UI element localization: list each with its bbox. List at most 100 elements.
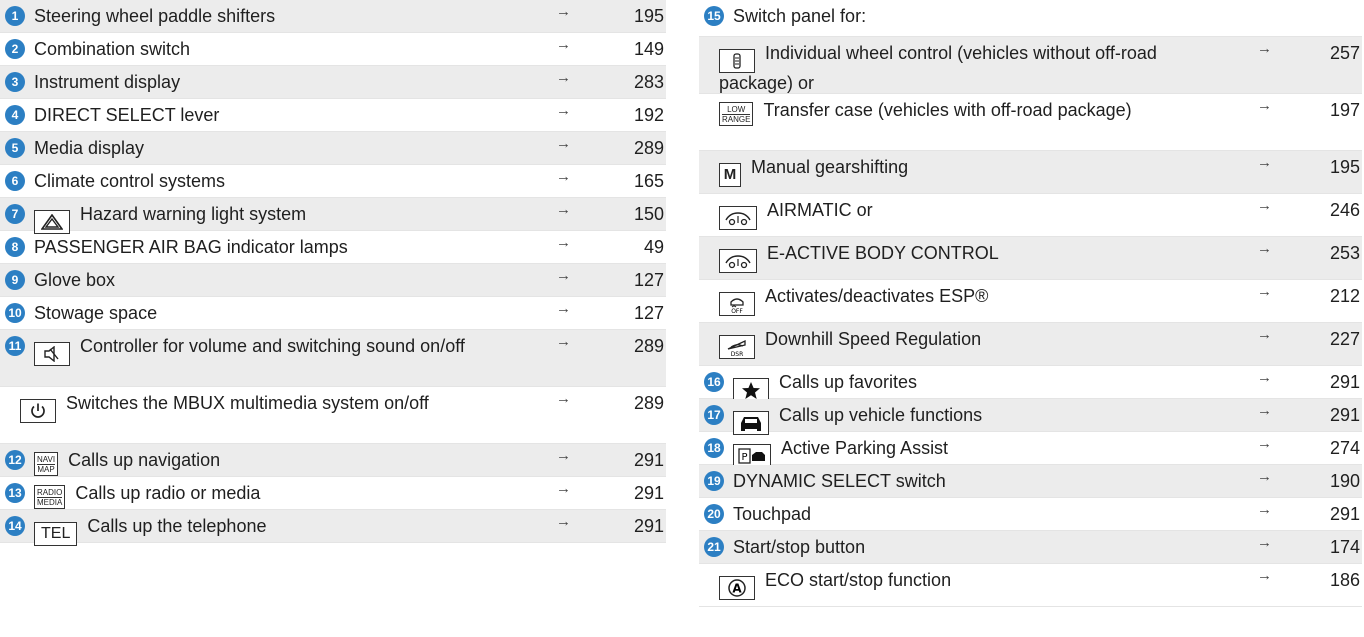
- item-label-text: DYNAMIC SELECT switch: [733, 471, 946, 491]
- item-label: M Manual gearshifting: [719, 157, 908, 187]
- page-reference-link[interactable]: 291: [1310, 405, 1360, 426]
- page-reference-link[interactable]: 291: [614, 483, 664, 504]
- item-label-text: Manual gearshifting: [751, 157, 909, 177]
- item-number-marker: 13: [5, 483, 25, 503]
- page-reference-link[interactable]: 246: [1310, 200, 1360, 221]
- page-reference-link[interactable]: 257: [1310, 43, 1360, 64]
- arrow-right-icon: →: [556, 447, 571, 464]
- item-label: DYNAMIC SELECT switch: [733, 471, 946, 492]
- page-reference-link[interactable]: 291: [1310, 504, 1360, 525]
- page-reference-link[interactable]: 197: [1310, 100, 1360, 121]
- item-number-marker: 1: [5, 6, 25, 26]
- low-range-icon: LOW RANGE: [719, 102, 754, 126]
- page-reference-link[interactable]: 127: [614, 270, 664, 291]
- arrow-right-icon: →: [1257, 40, 1272, 57]
- navi-map-icon: NAVI MAP: [34, 452, 59, 476]
- page-reference-link[interactable]: 291: [1310, 372, 1360, 393]
- page-reference-link[interactable]: 149: [614, 39, 664, 60]
- arrow-right-icon: →: [556, 135, 571, 152]
- page-reference-link[interactable]: 212: [1310, 286, 1360, 307]
- item-label-text: DIRECT SELECT lever: [34, 105, 220, 125]
- page-reference-link[interactable]: 289: [614, 138, 664, 159]
- list-item: AIRMATIC or → 246: [699, 194, 1362, 237]
- arrow-right-icon: →: [1257, 326, 1272, 343]
- item-label-text: Switches the MBUX multimedia system on/o…: [66, 393, 429, 413]
- item-label: Touchpad: [733, 504, 811, 525]
- item-label: E-ACTIVE BODY CONTROL: [719, 243, 999, 273]
- item-label-text: E-ACTIVE BODY CONTROL: [767, 243, 999, 263]
- page-reference-link[interactable]: 274: [1310, 438, 1360, 459]
- arrow-right-icon: →: [1257, 501, 1272, 518]
- item-label: OFF Activates/deactivates ESP®: [719, 286, 988, 316]
- icon-text: TEL: [41, 525, 71, 542]
- item-label: DSR Downhill Speed Regulation: [719, 329, 981, 359]
- arrow-right-icon: →: [556, 36, 571, 53]
- page-reference-link[interactable]: 165: [614, 171, 664, 192]
- item-label-text: Touchpad: [733, 504, 812, 524]
- item-label-text: Glove box: [34, 270, 116, 290]
- page-reference-link[interactable]: 289: [614, 336, 664, 357]
- list-item: 8 PASSENGER AIR BAG indicator lamps → 49: [0, 231, 666, 264]
- item-label: Switch panel for:: [733, 6, 866, 27]
- item-number-marker: 7: [5, 204, 25, 224]
- icon-text: M: [723, 166, 737, 183]
- page-reference-link[interactable]: 192: [614, 105, 664, 126]
- arrow-right-icon: →: [1257, 197, 1272, 214]
- arrow-right-icon: →: [1257, 240, 1272, 257]
- item-label-text: Calls up favorites: [779, 372, 918, 392]
- svg-text:A: A: [732, 582, 742, 596]
- page-reference-link[interactable]: 289: [614, 393, 664, 414]
- page-reference-link[interactable]: 186: [1310, 570, 1360, 591]
- item-number-marker: 8: [5, 237, 25, 257]
- item-label-text: Calls up navigation: [68, 450, 221, 470]
- page-reference-link[interactable]: 190: [1310, 471, 1360, 492]
- item-number-marker: 11: [5, 336, 25, 356]
- list-item: 18 P Active Parking Assist → 274: [699, 432, 1362, 468]
- page-reference-link[interactable]: 195: [614, 6, 664, 27]
- item-number-marker: 4: [5, 105, 25, 125]
- item-label-text: Hazard warning light system: [80, 204, 307, 224]
- list-item: 6 Climate control systems → 165: [0, 165, 666, 198]
- item-label: A ECO start/stop function: [719, 570, 951, 600]
- list-item: 12 NAVI MAP Calls up navigation → 291: [0, 444, 666, 477]
- arrow-right-icon: →: [556, 102, 571, 119]
- item-label: Steering wheel paddle shifters: [34, 6, 275, 27]
- page-reference-link[interactable]: 49: [614, 237, 664, 258]
- item-label: Calls up favorites: [733, 372, 917, 402]
- item-number-marker: 20: [704, 504, 724, 524]
- arrow-right-icon: →: [556, 267, 571, 284]
- page-reference-link[interactable]: 174: [1310, 537, 1360, 558]
- page-reference-link[interactable]: 283: [614, 72, 664, 93]
- svg-text:P: P: [741, 452, 747, 463]
- page-reference-link[interactable]: 291: [614, 516, 664, 537]
- item-label: TEL Calls up the telephone: [34, 516, 266, 546]
- page-reference-link[interactable]: 227: [1310, 329, 1360, 350]
- item-label-text: Calls up the telephone: [87, 516, 267, 536]
- item-label-text: Calls up radio or media: [75, 483, 261, 503]
- eco-a-icon: A: [719, 576, 755, 600]
- page-reference-link[interactable]: 150: [614, 204, 664, 225]
- page-reference-link[interactable]: 253: [1310, 243, 1360, 264]
- list-item: 9 Glove box → 127: [0, 264, 666, 297]
- item-number-marker: 12: [5, 450, 25, 470]
- arrow-right-icon: →: [1257, 97, 1272, 114]
- arrow-right-icon: →: [556, 480, 571, 497]
- arrow-right-icon: →: [556, 168, 571, 185]
- airmatic-icon: [719, 206, 757, 230]
- list-item: 14 TEL Calls up the telephone → 291: [0, 510, 666, 546]
- arrow-right-icon: →: [1257, 534, 1272, 551]
- page-reference-link[interactable]: 127: [614, 303, 664, 324]
- list-item: E-ACTIVE BODY CONTROL → 253: [699, 237, 1362, 280]
- item-number-marker: 17: [704, 405, 724, 425]
- list-item: 20 Touchpad → 291: [699, 498, 1362, 531]
- item-label: Hazard warning light system: [34, 204, 306, 234]
- page-reference-link[interactable]: 195: [1310, 157, 1360, 178]
- item-label: Start/stop button: [733, 537, 865, 558]
- page-reference-link[interactable]: 291: [614, 450, 664, 471]
- list-item: OFF Activates/deactivates ESP® → 212: [699, 280, 1362, 323]
- icon-text-top: NAVI: [37, 455, 56, 465]
- item-label: Individual wheel control (vehicles witho…: [719, 43, 1199, 94]
- item-label: PASSENGER AIR BAG indicator lamps: [34, 237, 348, 258]
- list-item: 21 Start/stop button → 174: [699, 531, 1362, 564]
- arrow-right-icon: →: [556, 390, 571, 407]
